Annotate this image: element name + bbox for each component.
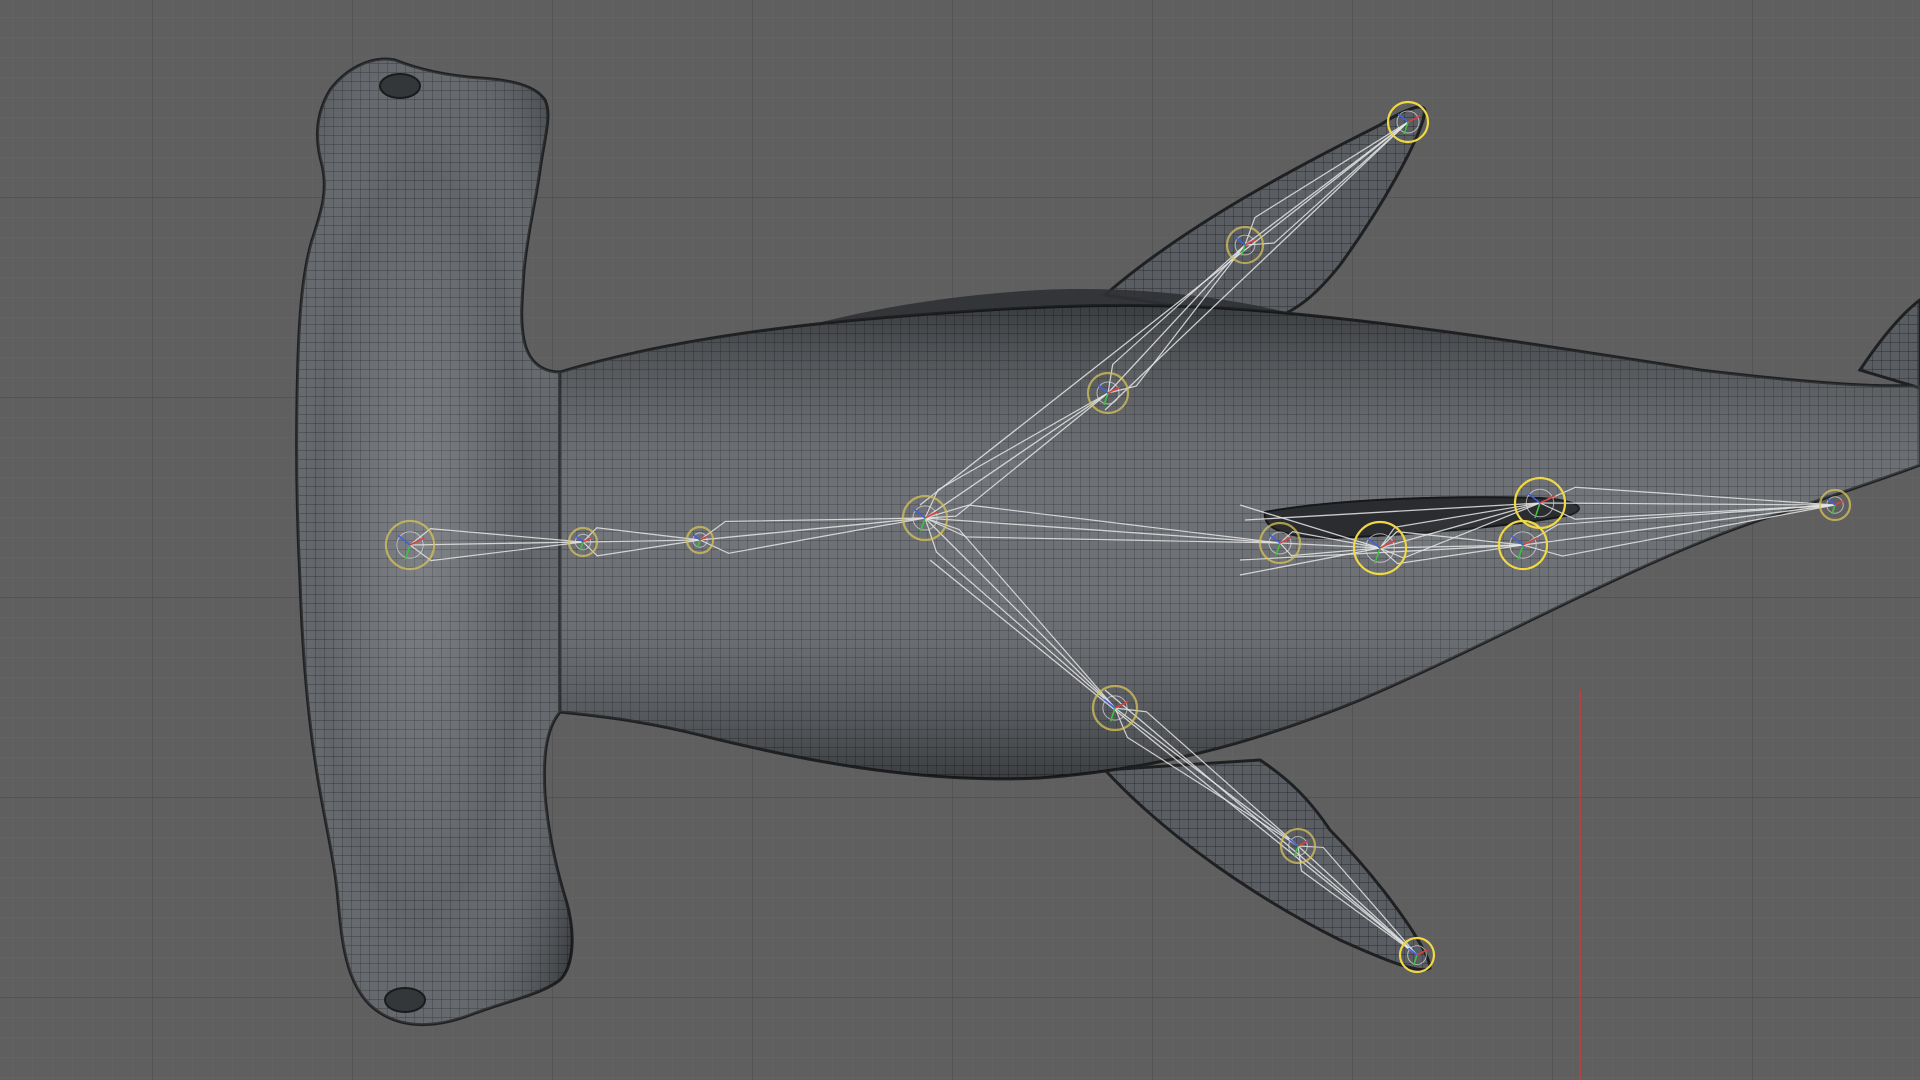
3d-viewport[interactable] [0, 0, 1920, 1080]
eye-lower [384, 987, 426, 1013]
eye-upper [379, 73, 421, 99]
viewport-scene[interactable] [0, 0, 1920, 1080]
